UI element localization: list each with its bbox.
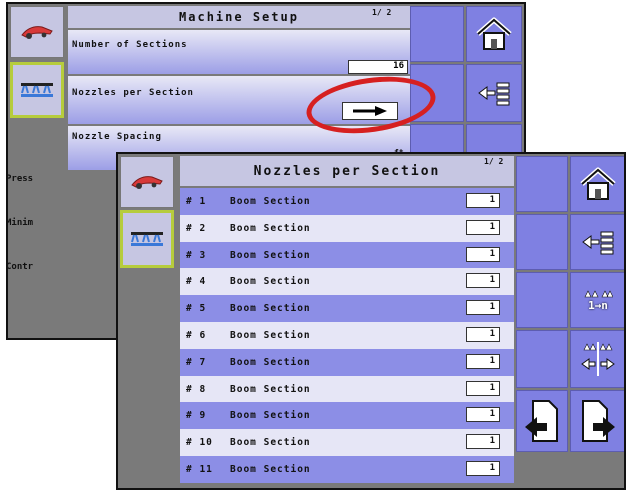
side-button-blank-4[interactable] bbox=[516, 330, 568, 388]
nozzles-per-section-screen: Nozzles per Section 1/ 2 # 1 Boom Section… bbox=[116, 152, 626, 490]
section-number: # 9 bbox=[186, 410, 207, 422]
nozzle-pair-icon bbox=[584, 289, 613, 297]
bottom-spacer bbox=[516, 454, 568, 488]
side-button-blank-2[interactable] bbox=[516, 214, 568, 270]
page-title: Nozzles per Section bbox=[180, 156, 514, 186]
section-number: # 4 bbox=[186, 276, 207, 288]
copy-to-all-button[interactable]: 1→n bbox=[570, 272, 624, 328]
side-button-blank-1[interactable] bbox=[516, 156, 568, 212]
nozzle-count-field[interactable]: 1 bbox=[466, 380, 500, 396]
section-number: # 2 bbox=[186, 222, 207, 234]
sprayer-icon bbox=[21, 26, 53, 39]
section-number: # 5 bbox=[186, 303, 207, 315]
back-menu-icon bbox=[478, 82, 510, 106]
nozzle-count-field[interactable]: 1 bbox=[466, 273, 500, 289]
section-label: Boom Section bbox=[230, 463, 311, 475]
next-page-button[interactable] bbox=[570, 390, 624, 452]
list-item[interactable]: # 11 Boom Section 1 bbox=[180, 455, 514, 483]
control-label-partial: Contr bbox=[6, 262, 34, 272]
nozzle-count-field[interactable]: 1 bbox=[466, 460, 500, 476]
spacing-arrows-icon bbox=[581, 342, 615, 376]
list-item[interactable]: # 9 Boom Section 1 bbox=[180, 402, 514, 430]
boom-section-list: # 1 Boom Section 1 # 2 Boom Section 1 # 3 Boom … bbox=[180, 188, 514, 483]
home-icon bbox=[476, 17, 512, 50]
list-item[interactable]: # 10 Boom Section 1 bbox=[180, 429, 514, 456]
page-indicator: 1/ 2 bbox=[484, 157, 504, 166]
section-number: # 8 bbox=[186, 383, 207, 395]
list-item[interactable]: # 5 Boom Section 1 bbox=[180, 295, 514, 322]
nozzle-count-field[interactable]: 1 bbox=[466, 219, 500, 235]
section-number: # 3 bbox=[186, 249, 207, 261]
tab-boom-setup[interactable] bbox=[10, 62, 64, 118]
next-page-icon bbox=[582, 400, 615, 442]
section-label: Boom Section bbox=[230, 356, 311, 368]
list-item[interactable]: # 2 Boom Section 1 bbox=[180, 214, 514, 242]
nozzle-count-field[interactable]: 1 bbox=[466, 193, 500, 208]
page-title: Machine Setup bbox=[68, 6, 410, 28]
nozzle-count-field[interactable]: 1 bbox=[466, 246, 500, 262]
side-button-blank-1[interactable] bbox=[410, 6, 464, 62]
section-number: # 1 bbox=[186, 196, 207, 207]
number-of-sections-value[interactable]: 16 bbox=[348, 60, 408, 74]
section-label: Boom Section bbox=[230, 329, 311, 341]
nozzle-count-field[interactable]: 1 bbox=[466, 326, 500, 342]
nozzle-count-field[interactable]: 1 bbox=[466, 407, 500, 423]
nozzle-count-field[interactable]: 1 bbox=[466, 434, 500, 450]
back-menu-icon bbox=[582, 231, 614, 255]
section-label: Boom Section bbox=[230, 410, 311, 422]
previous-page-icon bbox=[525, 400, 558, 442]
previous-page-button[interactable] bbox=[516, 390, 568, 452]
section-number: # 10 bbox=[186, 437, 213, 449]
section-label: Boom Section bbox=[230, 196, 311, 207]
minimum-label-partial: Minim bbox=[6, 218, 34, 228]
list-item[interactable]: # 7 Boom Section 1 bbox=[180, 348, 514, 376]
copy-label: 1→n bbox=[588, 298, 608, 312]
list-item[interactable]: # 8 Boom Section 1 bbox=[180, 375, 514, 403]
nozzle-spacing-label: Nozzle Spacing bbox=[72, 132, 162, 142]
section-label: Boom Section bbox=[230, 249, 311, 261]
home-icon bbox=[580, 167, 616, 200]
section-number: # 7 bbox=[186, 356, 207, 368]
home-button[interactable] bbox=[570, 156, 624, 212]
section-label: Boom Section bbox=[230, 437, 311, 449]
spacing-adjust-button[interactable] bbox=[570, 330, 624, 388]
list-item[interactable]: # 4 Boom Section 1 bbox=[180, 268, 514, 296]
number-of-sections-label: Number of Sections bbox=[72, 40, 188, 50]
section-label: Boom Section bbox=[230, 222, 311, 234]
section-number: # 11 bbox=[186, 463, 213, 475]
nozzle-count-field[interactable]: 1 bbox=[466, 300, 500, 316]
boom-nozzles-icon bbox=[131, 232, 163, 246]
section-label: Boom Section bbox=[230, 383, 311, 395]
home-button[interactable] bbox=[466, 6, 522, 62]
list-item[interactable]: # 1 Boom Section 1 bbox=[180, 188, 514, 215]
boom-nozzles-icon bbox=[21, 83, 53, 97]
list-item[interactable]: # 6 Boom Section 1 bbox=[180, 321, 514, 349]
tab-machine-setup[interactable] bbox=[10, 6, 64, 58]
tab-boom-setup[interactable] bbox=[120, 210, 174, 268]
back-menu-button[interactable] bbox=[466, 64, 522, 122]
pressure-label-partial: Press bbox=[6, 174, 34, 184]
section-label: Boom Section bbox=[230, 276, 311, 288]
tab-machine-setup[interactable] bbox=[120, 156, 174, 208]
sprayer-icon bbox=[131, 176, 163, 189]
back-menu-button[interactable] bbox=[570, 214, 624, 270]
nozzles-per-section-label: Nozzles per Section bbox=[72, 88, 194, 98]
page-indicator: 1/ 2 bbox=[372, 8, 392, 17]
section-number: # 6 bbox=[186, 329, 207, 341]
section-label: Boom Section bbox=[230, 303, 311, 315]
nozzle-count-field[interactable]: 1 bbox=[466, 353, 500, 369]
list-item[interactable]: # 3 Boom Section 1 bbox=[180, 241, 514, 269]
side-button-blank-3[interactable] bbox=[516, 272, 568, 328]
